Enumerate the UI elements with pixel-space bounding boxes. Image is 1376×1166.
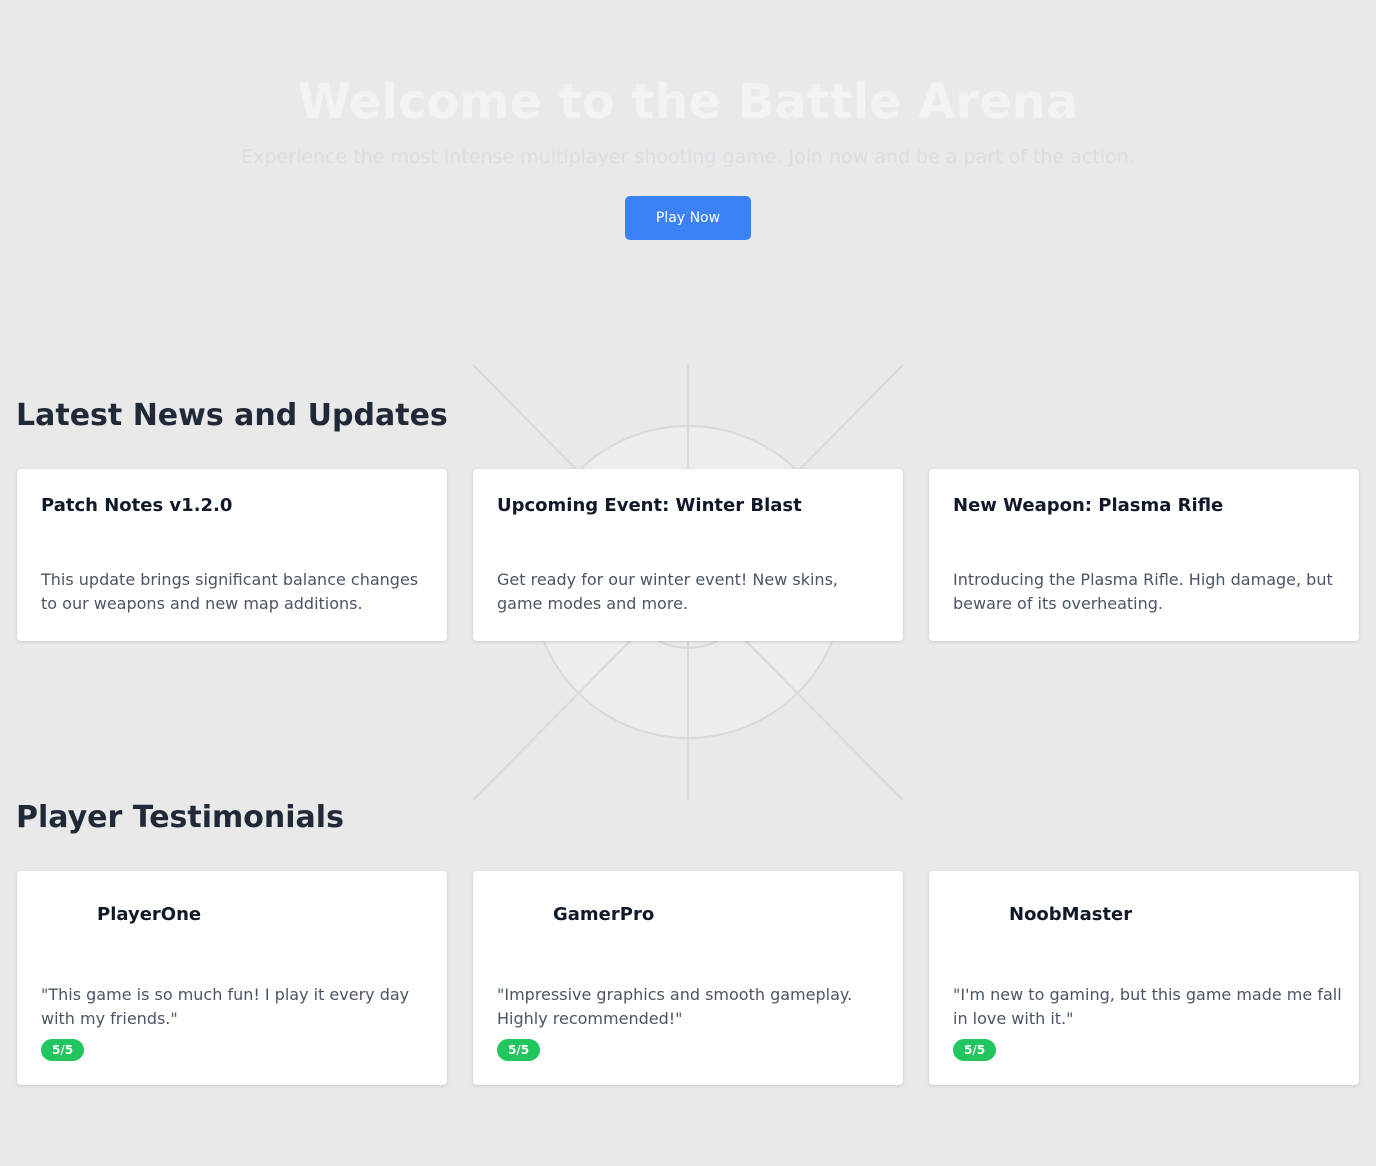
- play-now-button[interactable]: Play Now: [625, 196, 751, 240]
- testimonials-section-title: Player Testimonials: [16, 800, 344, 835]
- news-card[interactable]: Upcoming Event: Winter Blast Get ready f…: [473, 469, 903, 641]
- avatar-icon: [953, 899, 1001, 931]
- avatar-icon: [497, 899, 545, 931]
- player-name: GamerPro: [553, 904, 655, 925]
- testimonial-card: GamerPro "Impressive graphics and smooth…: [473, 871, 903, 1085]
- testimonial-quote: "I'm new to gaming, but this game made m…: [953, 985, 1342, 1028]
- news-card-title: New Weapon: Plasma Rifle: [953, 495, 1224, 516]
- hero-title: Welcome to the Battle Arena: [297, 74, 1079, 130]
- rating-badge: 5/5: [41, 1039, 85, 1061]
- testimonial-card: PlayerOne "This game is so much fun! I p…: [17, 871, 447, 1085]
- hero-subtitle: Experience the most intense multiplayer …: [241, 146, 1135, 168]
- rating-badge: 5/5: [497, 1039, 541, 1061]
- landing-page: Welcome to the Battle Arena Experience t…: [0, 0, 1376, 1166]
- news-card-title: Patch Notes v1.2.0: [41, 495, 233, 516]
- testimonial-quote: "Impressive graphics and smooth gameplay…: [497, 985, 853, 1028]
- news-section-title: Latest News and Updates: [16, 398, 448, 433]
- avatar-icon: [41, 899, 89, 931]
- testimonial-card: NoobMaster "I'm new to gaming, but this …: [929, 871, 1359, 1085]
- news-card[interactable]: Patch Notes v1.2.0 This update brings si…: [17, 469, 447, 641]
- player-name: NoobMaster: [1009, 904, 1133, 925]
- player-name: PlayerOne: [97, 904, 202, 925]
- news-card-text: This update brings significant balance c…: [41, 570, 419, 613]
- news-card-text: Get ready for our winter event! New skin…: [497, 570, 838, 613]
- news-card-title: Upcoming Event: Winter Blast: [497, 495, 802, 516]
- news-card-text: Introducing the Plasma Rifle. High damag…: [953, 570, 1333, 613]
- rating-badge: 5/5: [953, 1039, 997, 1061]
- testimonial-quote: "This game is so much fun! I play it eve…: [41, 985, 410, 1028]
- news-card[interactable]: New Weapon: Plasma Rifle Introducing the…: [929, 469, 1359, 641]
